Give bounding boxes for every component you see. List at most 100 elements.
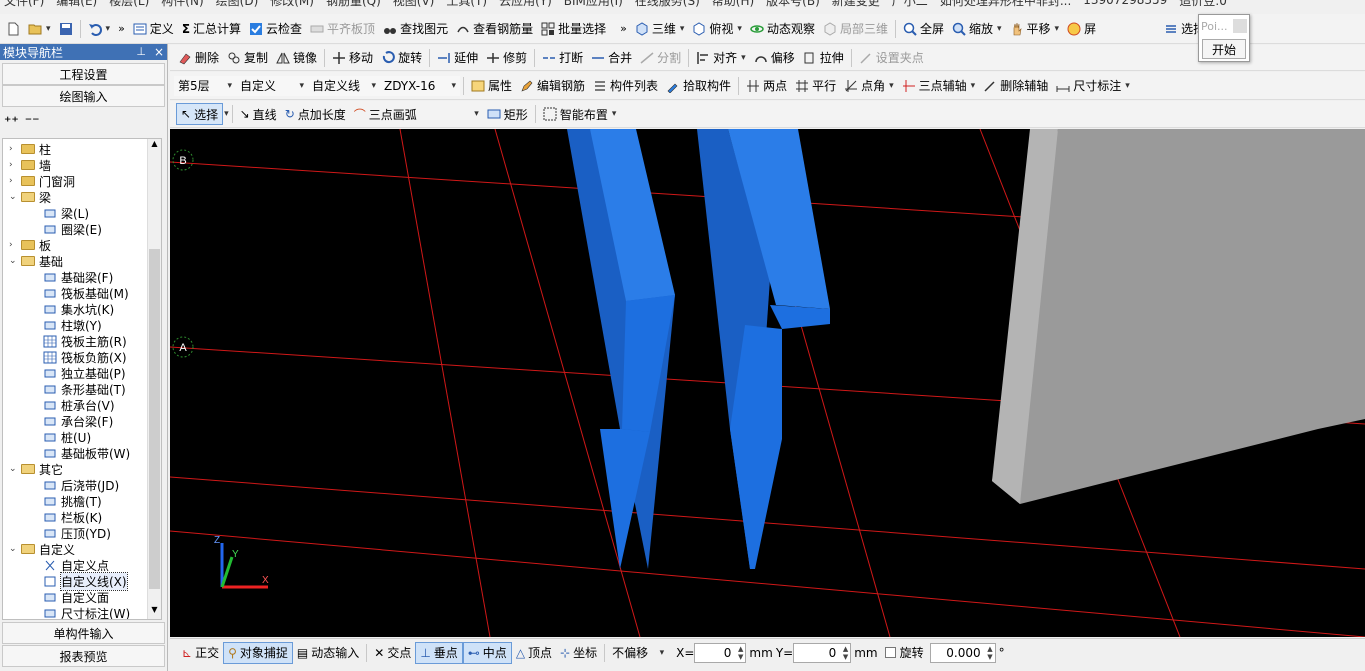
level-slab-button[interactable]: 平齐板顶 [306,18,379,40]
undo-button[interactable]: ▾ [84,18,115,40]
expand-all-icon[interactable]: ⁺⁺ [4,114,19,130]
tree-item[interactable]: 筏板负筋(X) [43,349,127,365]
project-settings-button[interactable]: 工程设置 [2,63,165,85]
arc-mode-select[interactable]: ▾ [421,104,483,124]
copy-button[interactable]: 复制 [223,47,272,69]
vertex-snap[interactable]: △ 顶点 [512,642,556,664]
beam-element-2[interactable] [697,129,830,569]
arc-button[interactable]: ⌒ 三点画弧 [350,103,421,125]
axis-bubble-b[interactable]: B [172,149,194,171]
rotate-checkbox[interactable] [884,647,896,658]
tree-folder[interactable]: ⌄ 梁 [9,189,51,205]
mirror-button[interactable]: 镜像 [272,47,321,69]
tree-scrollbar[interactable]: ▲ ▼ [147,139,161,619]
pin-icon[interactable]: ⊥ [136,45,146,59]
start-button[interactable]: 开始 [1202,39,1246,59]
new-file-button[interactable] [2,18,24,40]
view-rebar-button[interactable]: 查看钢筋量 [452,18,537,40]
tree-item[interactable]: 基础板带(W) [43,445,130,461]
rect-button[interactable]: 矩形 [483,103,532,125]
tree-folder[interactable]: › 板 [9,237,51,253]
delete-aux-button[interactable]: 删除辅轴 [979,75,1052,97]
tree-folder[interactable]: › 柱 [9,141,51,157]
menu-item-0[interactable]: 文件(F) [4,0,44,7]
midpoint-snap[interactable]: ⊷ 中点 [462,641,512,664]
snap-toggle[interactable]: ⚲ 对象捕捉 [223,641,293,664]
tree-item[interactable]: 栏板(K) [43,509,102,525]
tree-item[interactable]: 挑檐(T) [43,493,102,509]
offset-mode-select[interactable]: 不偏移 ▾ [608,642,669,663]
parallel-button[interactable]: 平行 [791,75,840,97]
tree-scroll-thumb[interactable] [149,249,160,589]
extend-button[interactable]: 延伸 [433,47,482,69]
tree-folder[interactable]: › 墙 [9,157,51,173]
tree-item[interactable]: 柱墩(Y) [43,317,102,333]
coordinate-snap[interactable]: ⊹ 坐标 [556,642,601,664]
tree-item[interactable]: 自定义线(X) [43,571,128,591]
menu-item-1[interactable]: 编辑(E) [56,0,97,7]
tree-item[interactable]: 筏板主筋(R) [43,333,127,349]
tree-item[interactable]: 尺寸标注(W) [43,605,130,619]
tree-item[interactable]: 筏板基础(M) [43,285,129,301]
fullscreen-button[interactable]: 全屏 [899,18,948,40]
chevron-down-icon[interactable]: ⌄ [9,544,19,554]
type2-select[interactable]: 自定义线 ▾ [308,75,380,96]
chevron-right-icon[interactable]: › [9,160,19,170]
menu-item-7[interactable]: 视图(V) [393,0,435,7]
menu-item-2[interactable]: 楼层(L) [109,0,149,7]
attribute-button[interactable]: 属性 [467,75,516,97]
close-icon[interactable]: × [154,45,164,59]
ortho-toggle[interactable]: ⊾ 正交 [178,642,223,664]
component-list-button[interactable]: 构件列表 [589,75,662,97]
menu-item-12[interactable]: 帮助(H) [712,0,754,7]
tree-item[interactable]: 基础梁(F) [43,269,113,285]
sum-calc-button[interactable]: Σ 汇总计算 [178,18,245,40]
dynamic-input-toggle[interactable]: ▤ 动态输入 [293,642,363,664]
menu-item-17[interactable]: 13907298359 [1083,0,1167,7]
single-input-button[interactable]: 单构件输入 [2,622,165,644]
drawing-canvas[interactable]: B A Z Y X [170,129,1365,637]
rotate-button[interactable]: 旋转 [377,47,426,69]
delete-button[interactable]: 删除 [174,47,223,69]
menu-item-10[interactable]: BIM应用(I) [564,0,623,7]
select-dropdown[interactable]: ▾ [224,109,229,119]
wall-element[interactable] [992,129,1365,504]
x-input[interactable]: 0 ▲ ▼ [694,642,747,663]
zoom-button[interactable]: 缩放 ▾ [948,18,1006,40]
chevron-right-icon[interactable]: › [9,176,19,186]
menu-item-16[interactable]: 如何处理异形柱中非封... [940,0,1071,7]
rotate-input[interactable]: 0.000 ▲ ▼ [929,642,996,663]
define-button[interactable]: 定义 [129,18,178,40]
popup-close-icon[interactable] [1233,19,1247,33]
type1-select[interactable]: 自定义 ▾ [236,75,308,96]
dynamic-view-button[interactable]: 动态观察 [746,18,819,40]
edit-rebar-button[interactable]: 编辑钢筋 [516,75,589,97]
chevron-down-icon[interactable]: ⌄ [9,192,19,202]
save-button[interactable] [55,18,77,40]
menu-item-9[interactable]: 云应用(Y) [499,0,552,7]
tree-item[interactable]: 承台梁(F) [43,413,113,429]
merge-button[interactable]: 合并 [587,47,636,69]
chevron-right-icon[interactable]: › [9,240,19,250]
menu-item-4[interactable]: 绘图(D) [216,0,259,7]
intersect-snap[interactable]: ✕ 交点 [370,642,415,664]
report-preview-button[interactable]: 报表预览 [2,645,165,667]
tree-folder[interactable]: ⌄ 自定义 [9,541,75,557]
menu-item-14[interactable]: 新建变更 [832,0,880,7]
menu-item-5[interactable]: 修改(M) [270,0,314,7]
chevron-down-icon[interactable]: ⌄ [9,256,19,266]
find-element-button[interactable]: 查找图元 [379,18,452,40]
open-file-button[interactable]: ▾ [24,18,55,40]
view-3d-button[interactable]: 三维 ▾ [631,18,689,40]
local-3d-button[interactable]: 局部三维 [819,18,892,40]
tree-item[interactable]: 后浇带(JD) [43,477,119,493]
pan-button[interactable]: 平移 ▾ [1006,18,1064,40]
tree-item[interactable]: 桩(U) [43,429,91,445]
tree-item[interactable]: 梁(L) [43,205,89,221]
draw-input-button[interactable]: 绘图输入 [2,85,165,107]
set-grip-button[interactable]: 设置夹点 [855,47,928,69]
stretch-button[interactable]: 拉伸 [799,47,848,69]
tree-folder[interactable]: ⌄ 其它 [9,461,63,477]
align-button[interactable]: 对齐 ▾ [692,47,750,69]
cloud-check-button[interactable]: 云检查 [245,18,306,40]
